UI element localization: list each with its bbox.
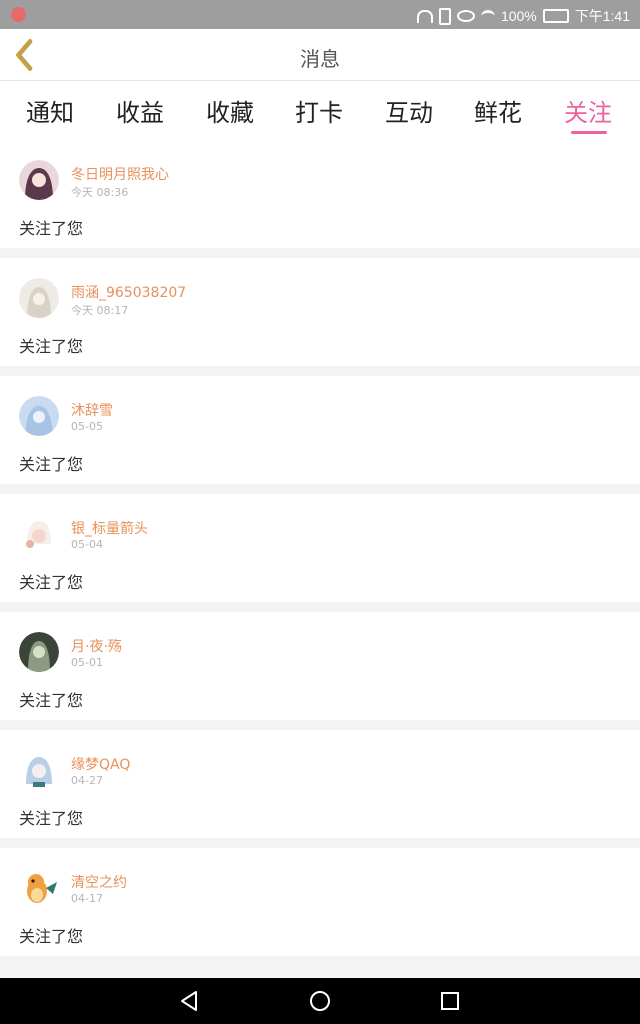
username[interactable]: 清空之约 — [71, 872, 127, 892]
app-header: 消息 — [0, 29, 640, 81]
timestamp: 今天 08:17 — [71, 304, 129, 317]
tab-follow[interactable]: 关注 — [548, 93, 628, 128]
avatar-image — [19, 514, 59, 554]
avatar-image — [19, 160, 59, 200]
tab-bar: 通知 收益 收藏 打卡 互动 鲜花 关注 — [0, 81, 640, 140]
message-text: 关注了您 — [19, 455, 84, 474]
message-text: 关注了您 — [19, 573, 84, 592]
battery-percent: 100% — [500, 8, 537, 24]
nav-home-button[interactable] — [308, 989, 332, 1013]
list-item[interactable]: 沐辞雪 05-05 关注了您 — [0, 376, 640, 484]
square-recents-icon — [441, 992, 459, 1010]
avatar-image — [19, 868, 59, 908]
list-item[interactable]: 雨涵_965038207 今天 08:17 关注了您 — [0, 258, 640, 366]
message-text: 关注了您 — [19, 927, 84, 946]
list-item[interactable]: 月·夜·殇 05-01 关注了您 — [0, 612, 640, 720]
active-tab-indicator — [571, 131, 607, 134]
nav-back-button[interactable] — [178, 989, 202, 1013]
tab-notifications[interactable]: 通知 — [10, 93, 90, 128]
message-text: 关注了您 — [19, 219, 84, 238]
avatar-image — [19, 750, 59, 790]
username[interactable]: 缘梦QAQ — [71, 754, 130, 774]
app-notification-icon — [11, 7, 26, 22]
avatar[interactable] — [19, 632, 59, 672]
timestamp: 04-17 — [71, 892, 103, 905]
timestamp: 04-27 — [71, 774, 103, 787]
tab-checkin[interactable]: 打卡 — [279, 93, 359, 128]
eye-comfort-icon — [456, 10, 475, 22]
avatar[interactable] — [19, 514, 59, 554]
avatar-image — [19, 632, 59, 672]
status-bar: 100% 下午1:41 — [0, 0, 640, 29]
page-title: 消息 — [300, 47, 340, 71]
username[interactable]: 月·夜·殇 — [71, 636, 122, 656]
vibrate-icon — [438, 7, 451, 25]
avatar[interactable] — [19, 160, 59, 200]
message-text: 关注了您 — [19, 337, 84, 356]
timestamp: 05-05 — [71, 420, 103, 433]
username[interactable]: 银_标量箭头 — [71, 518, 148, 538]
username[interactable]: 冬日明月照我心 — [71, 164, 169, 184]
nav-recents-button[interactable] — [438, 989, 462, 1013]
avatar[interactable] — [19, 396, 59, 436]
avatar[interactable] — [19, 868, 59, 908]
timestamp: 今天 08:36 — [71, 186, 129, 199]
tab-favorites[interactable]: 收藏 — [190, 93, 270, 128]
list-item[interactable]: 清空之约 04-17 关注了您 — [0, 848, 640, 956]
avatar-image — [19, 278, 59, 318]
list-item[interactable]: 银_标量箭头 05-04 关注了您 — [0, 494, 640, 602]
message-text: 关注了您 — [19, 691, 84, 710]
avatar-image — [19, 396, 59, 436]
message-text: 关注了您 — [19, 809, 84, 828]
system-nav-bar — [0, 978, 640, 1024]
tab-earnings[interactable]: 收益 — [100, 93, 180, 128]
tab-flowers[interactable]: 鲜花 — [458, 93, 538, 128]
status-icons: 100% 下午1:41 — [416, 6, 630, 26]
circle-home-icon — [310, 991, 330, 1011]
avatar[interactable] — [19, 750, 59, 790]
list-item[interactable]: 缘梦QAQ 04-27 关注了您 — [0, 730, 640, 838]
timestamp: 05-04 — [71, 538, 103, 551]
username[interactable]: 雨涵_965038207 — [71, 282, 186, 302]
clock: 下午1:41 — [574, 8, 630, 24]
wifi-icon — [480, 9, 495, 23]
timestamp: 05-01 — [71, 656, 103, 669]
battery-icon — [542, 9, 569, 23]
triangle-back-icon — [181, 991, 197, 1011]
username[interactable]: 沐辞雪 — [71, 400, 113, 420]
headset-icon — [416, 9, 433, 23]
avatar[interactable] — [19, 278, 59, 318]
tab-interaction[interactable]: 互动 — [369, 93, 449, 128]
list-item[interactable]: 冬日明月照我心 今天 08:36 关注了您 — [0, 140, 640, 248]
